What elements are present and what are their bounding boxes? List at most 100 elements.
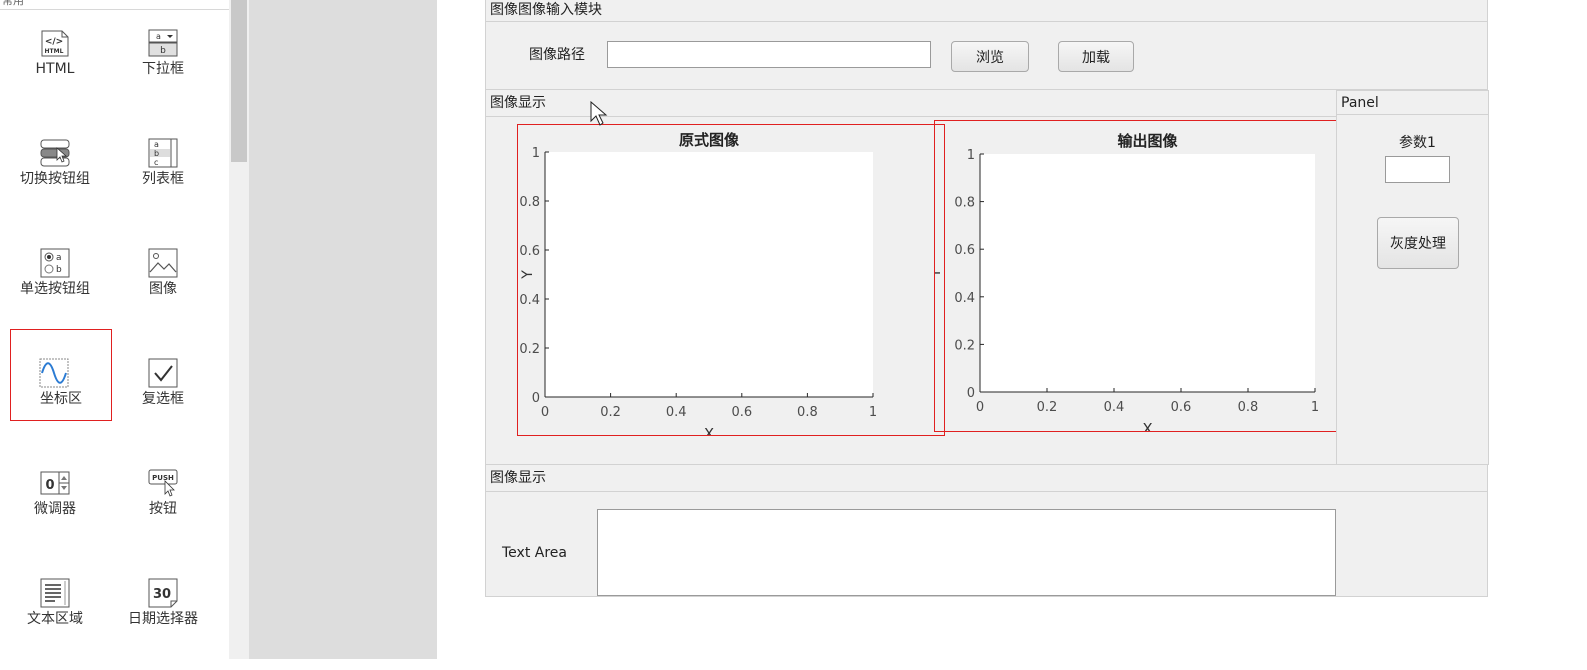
component-label: 文本区域 bbox=[27, 611, 83, 627]
y-tick-label: 0.6 bbox=[954, 243, 975, 258]
x-tick-label: 0.2 bbox=[600, 405, 621, 420]
component-label: 按钮 bbox=[149, 501, 177, 517]
radio-button-group-icon: a b bbox=[40, 248, 70, 278]
svg-text:b: b bbox=[154, 149, 159, 158]
component-toggle-button-group[interactable]: 切换按钮组 bbox=[0, 138, 110, 230]
image-icon bbox=[148, 248, 178, 278]
y-tick-label: 0.8 bbox=[954, 196, 975, 211]
component-library: 常用 </> HTML HTML a b 下拉框 切换按钮组 a b c 列表框… bbox=[0, 0, 229, 659]
x-tick-label: 0.6 bbox=[731, 405, 752, 420]
text-area-label: Text Area bbox=[502, 545, 567, 561]
side-panel-title: Panel bbox=[1341, 95, 1379, 111]
chart-title: 输出图像 bbox=[1117, 132, 1178, 150]
input-panel[interactable]: 图像图像输入模块 图像路径 浏览 加载 bbox=[485, 0, 1488, 90]
component-text-area[interactable]: 文本区域 bbox=[0, 578, 110, 670]
component-checkbox[interactable]: 复选框 bbox=[108, 358, 218, 450]
grayscale-button[interactable]: 灰度处理 bbox=[1377, 217, 1459, 269]
toggle-button-group-icon bbox=[40, 139, 70, 167]
x-tick-label: 0.4 bbox=[666, 405, 687, 420]
y-tick-label: 1 bbox=[532, 146, 540, 161]
x-tick-label: 0.6 bbox=[1171, 400, 1192, 415]
svg-text:b: b bbox=[160, 46, 166, 56]
svg-text:a: a bbox=[154, 140, 159, 149]
input-panel-title: 图像图像输入模块 bbox=[490, 2, 602, 18]
component-label: 图像 bbox=[149, 281, 177, 297]
y-axis-label: Y bbox=[520, 270, 536, 280]
y-tick-label: 0 bbox=[532, 391, 540, 406]
plot-area bbox=[545, 152, 873, 397]
output-image-axes[interactable]: 0 0.2 0.4 0.6 0.8 1 0 0.2 0.4 0.6 0.8 1 输出图像 X Y bbox=[934, 120, 1339, 432]
spinner-icon: 0 bbox=[40, 471, 70, 495]
component-label: 微调器 bbox=[34, 501, 76, 517]
text-area[interactable] bbox=[597, 509, 1336, 596]
side-panel[interactable]: Panel 参数1 灰度处理 bbox=[1336, 90, 1489, 465]
svg-text:HTML: HTML bbox=[45, 48, 64, 55]
y-tick-label: 0.6 bbox=[519, 244, 540, 259]
y-tick-label: 0.2 bbox=[519, 342, 540, 357]
component-date-picker[interactable]: 30 日期选择器 bbox=[108, 578, 218, 670]
text-panel[interactable]: 图像显示 Text Area bbox=[485, 464, 1488, 597]
component-listbox[interactable]: a b c 列表框 bbox=[108, 138, 218, 230]
image-path-label: 图像路径 bbox=[529, 47, 585, 63]
x-tick-label: 0 bbox=[541, 405, 549, 420]
panel-divider bbox=[486, 116, 1336, 117]
image-display-panel[interactable]: 图像显示 0 0.2 0.4 0.6 0.8 1 0 0.2 0.4 0.6 0.8 1 原式图像 X Y … bbox=[485, 89, 1339, 465]
x-tick-label: 0 bbox=[976, 400, 984, 415]
push-button-icon: PUSH bbox=[148, 469, 178, 497]
component-radio-button-group[interactable]: a b 单选按钮组 bbox=[0, 248, 110, 340]
x-tick-label: 0.8 bbox=[1238, 400, 1259, 415]
component-label: 复选框 bbox=[142, 391, 184, 407]
svg-text:PUSH: PUSH bbox=[152, 474, 174, 482]
x-tick-label: 1 bbox=[1311, 400, 1319, 415]
component-label: 列表框 bbox=[142, 171, 184, 187]
original-image-chart: 0 0.2 0.4 0.6 0.8 1 0 0.2 0.4 0.6 0.8 1 原式图像 X Y bbox=[519, 131, 877, 435]
app-window: 图像图像输入模块 图像路径 浏览 加载 图像显示 0 0.2 0.4 0.6 0.8 1 0… bbox=[485, 0, 1489, 597]
library-section-header: 常用 bbox=[0, 0, 229, 10]
y-tick-label: 0.4 bbox=[954, 291, 975, 306]
date-picker-icon: 30 bbox=[148, 578, 178, 608]
library-scrollbar-thumb[interactable] bbox=[231, 0, 247, 162]
x-axis-label: X bbox=[704, 425, 714, 435]
component-label: 单选按钮组 bbox=[20, 281, 90, 297]
output-image-chart: 0 0.2 0.4 0.6 0.8 1 0 0.2 0.4 0.6 0.8 1 输出图像 X Y bbox=[935, 132, 1319, 431]
svg-text:c: c bbox=[154, 158, 158, 167]
y-tick-label: 0.8 bbox=[519, 195, 540, 210]
component-dropdown[interactable]: a b 下拉框 bbox=[108, 28, 218, 120]
listbox-icon: a b c bbox=[148, 138, 178, 168]
component-label: 日期选择器 bbox=[128, 611, 198, 627]
x-tick-label: 1 bbox=[869, 405, 877, 420]
image-path-input[interactable] bbox=[607, 41, 931, 68]
html-icon: </> HTML bbox=[41, 30, 69, 57]
svg-text:30: 30 bbox=[153, 587, 171, 602]
checkbox-icon bbox=[148, 358, 178, 388]
param1-input[interactable] bbox=[1385, 156, 1450, 183]
mouse-cursor-icon bbox=[590, 101, 608, 126]
browse-button[interactable]: 浏览 bbox=[951, 41, 1029, 72]
svg-text:b: b bbox=[56, 265, 62, 275]
component-push-button[interactable]: PUSH 按钮 bbox=[108, 468, 218, 560]
y-axis-label: Y bbox=[935, 268, 944, 278]
load-button[interactable]: 加载 bbox=[1058, 41, 1134, 72]
svg-text:0: 0 bbox=[45, 478, 54, 493]
component-spinner[interactable]: 0 微调器 bbox=[0, 468, 110, 560]
y-tick-label: 1 bbox=[967, 148, 975, 163]
panel-divider bbox=[486, 491, 1487, 492]
component-label: 下拉框 bbox=[142, 61, 184, 77]
y-tick-label: 0.4 bbox=[519, 293, 540, 308]
panel-divider bbox=[486, 21, 1487, 22]
component-html[interactable]: </> HTML HTML bbox=[0, 28, 110, 120]
y-tick-label: 0.2 bbox=[954, 338, 975, 353]
chart-title: 原式图像 bbox=[679, 131, 740, 149]
canvas-gutter bbox=[249, 0, 437, 659]
param1-label: 参数1 bbox=[1399, 135, 1436, 151]
text-area-icon bbox=[40, 578, 70, 608]
svg-text:a: a bbox=[56, 253, 62, 263]
component-label: 坐标区 bbox=[40, 391, 82, 407]
dropdown-icon: a b bbox=[148, 29, 178, 57]
original-image-axes[interactable]: 0 0.2 0.4 0.6 0.8 1 0 0.2 0.4 0.6 0.8 1 原式图像 X Y bbox=[517, 124, 945, 436]
y-tick-label: 0 bbox=[967, 386, 975, 401]
component-image[interactable]: 图像 bbox=[108, 248, 218, 340]
panel-divider bbox=[1337, 114, 1488, 115]
component-label: 切换按钮组 bbox=[20, 171, 90, 187]
component-axes[interactable]: 坐标区 bbox=[10, 329, 112, 421]
